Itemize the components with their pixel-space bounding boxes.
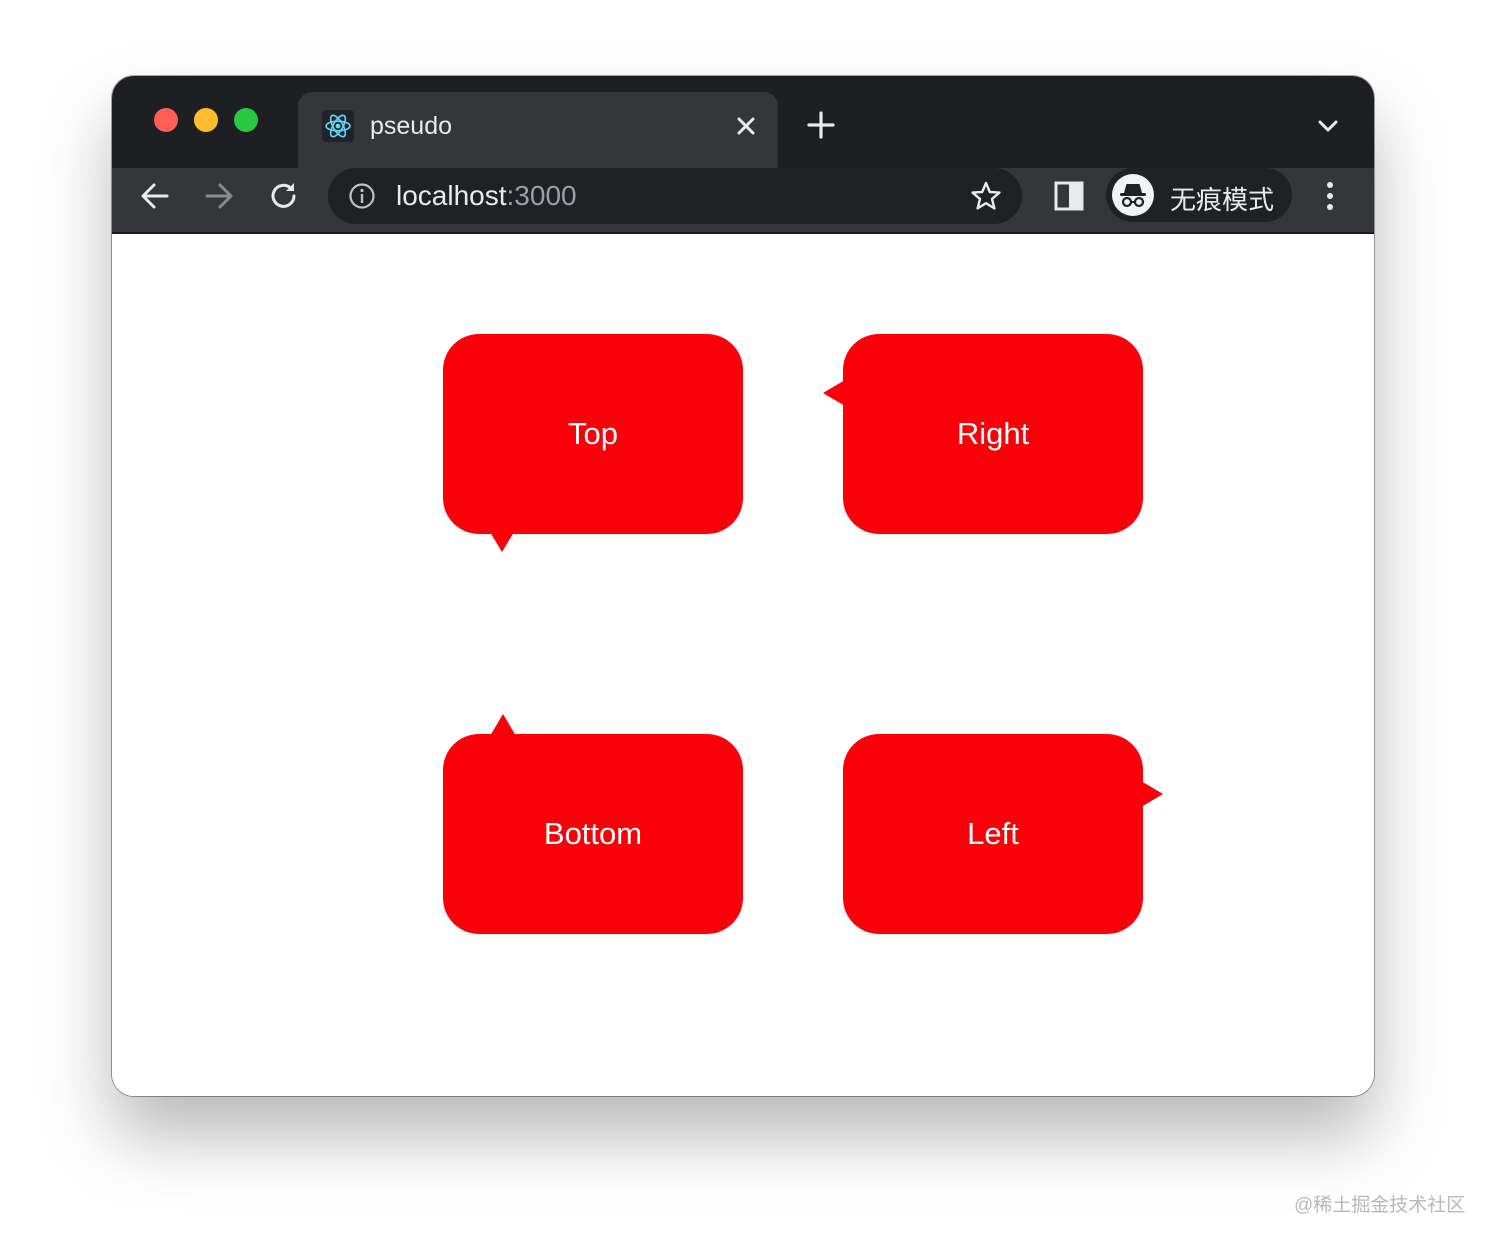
close-window-button[interactable] [154,108,178,132]
close-icon[interactable] [732,112,760,140]
kebab-menu-icon[interactable] [1313,179,1347,213]
address-bar[interactable]: localhost:3000 [328,168,1022,224]
reload-icon[interactable] [267,179,301,213]
bubble-top-label: Top [568,416,618,451]
side-panel-icon[interactable] [1052,179,1086,213]
url-host: localhost [396,180,507,211]
chevron-down-icon[interactable] [1316,116,1340,136]
browser-window: pseudo localhost:3000 无痕模式 Top Right Bot… [112,76,1374,1096]
bubble-left-pointer [1141,781,1163,807]
bubble-left-label: Left [967,816,1019,851]
bubble-bottom-label: Bottom [543,816,643,851]
incognito-label: 无痕模式 [1170,185,1275,215]
plus-icon[interactable] [806,110,836,140]
bubble-bottom-pointer [490,714,516,736]
incognito-icon [1112,174,1154,216]
info-icon[interactable] [348,182,376,210]
tab-pseudo[interactable]: pseudo [298,92,778,168]
page-content: Top Right Bottom Left [112,234,1374,1096]
tab-title: pseudo [370,112,453,140]
bubble-top-pointer [490,532,514,552]
url-port: :3000 [506,180,577,211]
zoom-window-button[interactable] [234,108,258,132]
watermark: @稀土掘金技术社区 [1294,1195,1466,1216]
react-icon [322,110,354,142]
bubble-bottom: Bottom [443,734,743,934]
url-text: localhost:3000 [396,180,577,212]
bubble-right-pointer [823,380,845,406]
bubble-right-label: Right [956,416,1030,451]
bubble-left: Left [843,734,1143,934]
back-arrow-icon[interactable] [138,179,172,213]
bubble-top: Top [443,334,743,534]
tab-strip: pseudo [112,76,1374,168]
browser-toolbar: localhost:3000 无痕模式 [112,168,1374,234]
minimize-window-button[interactable] [194,108,218,132]
bubble-right: Right [843,334,1143,534]
forward-arrow-icon[interactable] [202,179,236,213]
incognito-chip[interactable]: 无痕模式 [1106,168,1292,222]
star-icon[interactable] [970,180,1002,212]
